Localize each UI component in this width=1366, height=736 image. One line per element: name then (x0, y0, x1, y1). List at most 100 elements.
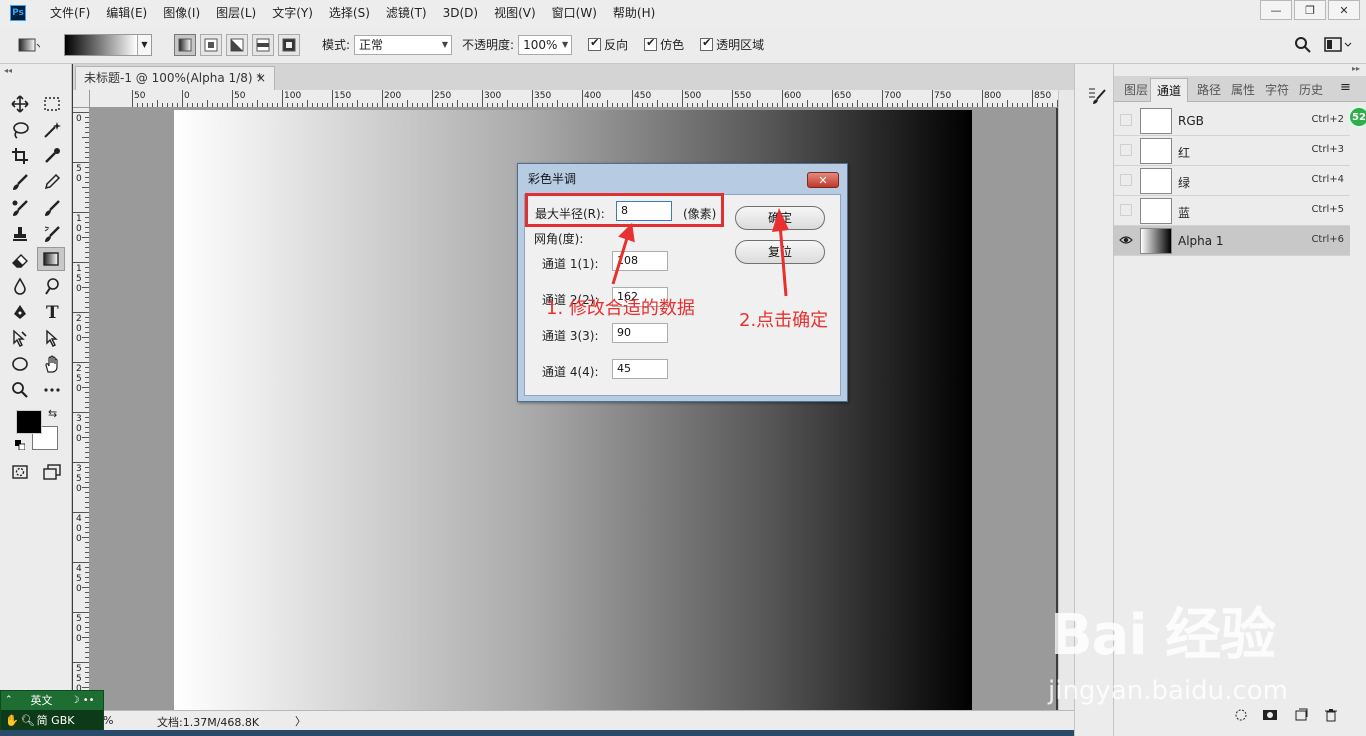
menu-filter[interactable]: 滤镜(T) (378, 0, 435, 26)
tab-layers[interactable]: 图层 (1118, 78, 1154, 102)
ime-expand-icon[interactable]: ⌃ (5, 695, 13, 705)
channel-row-green[interactable]: 绿 Ctrl+4 (1114, 166, 1350, 196)
menu-help[interactable]: 帮助(H) (605, 0, 663, 26)
crop-tool-icon[interactable] (6, 144, 34, 168)
load-selection-icon[interactable] (1234, 708, 1248, 725)
pen-tool-icon[interactable] (6, 300, 34, 324)
swap-colors-icon[interactable]: ⇆ (48, 407, 57, 420)
brush-tool-icon[interactable] (6, 170, 34, 194)
channel3-input[interactable]: 90 (612, 323, 668, 343)
eye-icon[interactable] (1119, 234, 1133, 249)
ruler-tick (85, 167, 89, 168)
notification-badge[interactable]: 52 (1348, 106, 1366, 128)
menu-window[interactable]: 窗口(W) (544, 0, 605, 26)
diamond-gradient-icon[interactable] (278, 33, 300, 56)
visibility-toggle[interactable] (1120, 114, 1132, 126)
menu-type[interactable]: 文字(Y) (264, 0, 321, 26)
reverse-checkbox[interactable] (588, 36, 602, 51)
tab-paths[interactable]: 路径 (1192, 78, 1226, 102)
collapse-panel-icon[interactable]: ▸▸ (1352, 64, 1360, 73)
mode-select[interactable]: 正常 ▼ (354, 34, 453, 55)
search-icon[interactable] (1294, 36, 1312, 57)
marquee-tool-icon[interactable] (38, 92, 66, 116)
brush-presets-icon[interactable] (1087, 86, 1107, 109)
opacity-input[interactable]: 100% ▼ (518, 34, 573, 55)
default-colors-icon[interactable] (15, 439, 26, 451)
status-menu-arrow-icon[interactable]: 〉 (295, 713, 306, 729)
channel-row-rgb[interactable]: RGB Ctrl+2 (1114, 106, 1350, 136)
hand-icon[interactable]: ✋ (5, 714, 19, 727)
lasso-tool-icon[interactable] (6, 118, 34, 142)
minimize-icon[interactable]: — (1260, 0, 1292, 20)
document-tab[interactable]: 未标题-1 @ 100%(Alpha 1/8) * × (75, 66, 275, 90)
visibility-toggle[interactable] (1120, 144, 1132, 156)
menu-select[interactable]: 选择(S) (321, 0, 378, 26)
more-tools-icon[interactable] (38, 378, 66, 402)
close-window-icon[interactable]: ✕ (1328, 0, 1360, 20)
ime-mode[interactable]: 英文 (31, 692, 53, 708)
screen-mode-icon[interactable] (38, 460, 66, 484)
tab-character[interactable]: 字符 (1260, 78, 1294, 102)
new-channel-icon[interactable] (1294, 708, 1308, 725)
direct-selection-icon[interactable] (38, 326, 66, 350)
tab-history[interactable]: 历史 (1294, 78, 1328, 102)
tab-properties[interactable]: 属性 (1226, 78, 1260, 102)
menu-edit[interactable]: 编辑(E) (98, 0, 155, 26)
trash-icon[interactable] (1324, 708, 1338, 725)
menu-3d[interactable]: 3D(D) (435, 0, 486, 26)
eraser-tool-icon[interactable] (6, 248, 34, 272)
channel4-input[interactable]: 45 (612, 359, 668, 379)
angle-gradient-icon[interactable] (226, 33, 248, 56)
ime-charset[interactable]: 简 GBK (37, 712, 75, 728)
eyedropper-icon[interactable] (38, 144, 66, 168)
transparency-checkbox[interactable] (700, 36, 714, 51)
move-tool-icon[interactable] (6, 92, 34, 116)
dialog-close-button[interactable]: ✕ (807, 172, 839, 188)
type-tool-icon[interactable]: T (38, 300, 66, 324)
menu-view[interactable]: 视图(V) (486, 0, 544, 26)
visibility-toggle[interactable] (1120, 174, 1132, 186)
path-selection-icon[interactable] (6, 326, 34, 350)
channel-row-red[interactable]: 红 Ctrl+3 (1114, 136, 1350, 166)
channel-row-alpha1[interactable]: Alpha 1 Ctrl+6 (1114, 226, 1350, 256)
linear-gradient-icon[interactable] (174, 33, 196, 56)
channel1-input[interactable]: 108 (612, 251, 668, 271)
channel-row-blue[interactable]: 蓝 Ctrl+5 (1114, 196, 1350, 226)
workspace-switcher-icon[interactable] (1324, 36, 1354, 57)
reset-button[interactable]: 复位 (735, 240, 825, 264)
dither-checkbox[interactable] (644, 36, 658, 51)
save-selection-icon[interactable] (1262, 708, 1278, 725)
moon-icon[interactable]: ☽ •• (71, 695, 95, 706)
visibility-toggle[interactable] (1120, 204, 1132, 216)
gradient-picker[interactable]: ▼ (64, 33, 152, 56)
panel-menu-icon[interactable]: ≡ (1340, 80, 1351, 95)
restore-icon[interactable]: ❐ (1294, 0, 1326, 20)
pencil-tool-icon[interactable] (38, 170, 66, 194)
quick-mask-icon[interactable] (6, 460, 34, 484)
magic-wand-icon[interactable] (38, 118, 66, 142)
blur-tool-icon[interactable] (6, 274, 34, 298)
ime-toolbar[interactable]: ⌃ 英文 ☽ •• ✋ 🔍︎ 简 GBK (0, 690, 104, 730)
collapse-arrows-icon[interactable]: ◂◂ (4, 66, 12, 75)
healing-brush-icon[interactable] (6, 196, 34, 220)
tab-channels[interactable]: 通道 (1150, 78, 1188, 102)
menu-file[interactable]: 文件(F) (42, 0, 98, 26)
reflected-gradient-icon[interactable] (252, 33, 274, 56)
menu-layer[interactable]: 图层(L) (208, 0, 264, 26)
history-brush-icon[interactable] (38, 196, 66, 220)
radial-gradient-icon[interactable] (200, 33, 222, 56)
art-history-brush-icon[interactable] (38, 222, 66, 246)
ellipse-tool-icon[interactable] (6, 352, 34, 376)
menu-image[interactable]: 图像(I) (155, 0, 208, 26)
chevron-down-icon[interactable]: ▼ (137, 34, 151, 55)
hand-tool-icon[interactable] (38, 352, 66, 376)
close-tab-icon[interactable]: × (256, 67, 266, 89)
zoom-tool-icon[interactable] (6, 378, 34, 402)
gradient-tool-icon[interactable] (37, 247, 65, 271)
gradient-tool-preset-icon[interactable] (14, 33, 44, 57)
zoom-level[interactable]: % (103, 714, 113, 727)
search-icon[interactable]: 🔍︎ (21, 714, 35, 727)
clone-stamp-icon[interactable] (6, 222, 34, 246)
dodge-tool-icon[interactable] (38, 274, 66, 298)
ok-button[interactable]: 确定 (735, 206, 825, 230)
